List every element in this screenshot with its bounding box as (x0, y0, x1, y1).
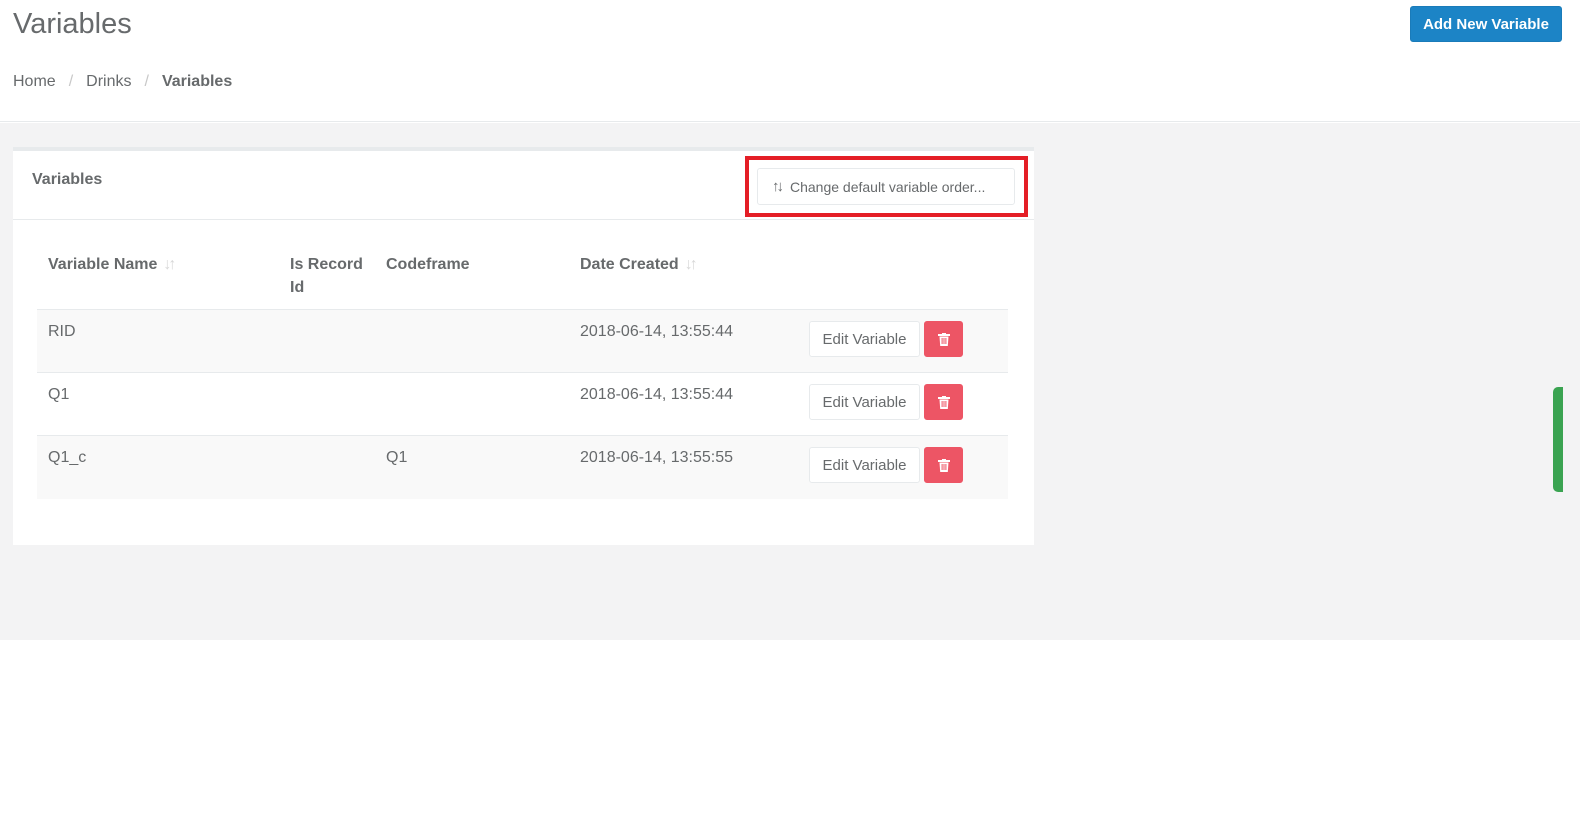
variables-table: Variable Name ↓↑ Is Record Id Codeframe D… (37, 241, 1008, 499)
breadcrumb-drinks[interactable]: Drinks (86, 73, 131, 91)
breadcrumb-separator: / (68, 73, 74, 90)
table-row: Q1 2018-06-14, 13:55:44 Edit Variable (37, 373, 1008, 436)
trash-icon (937, 332, 950, 346)
cell-date-created: 2018-06-14, 13:55:55 (580, 449, 734, 466)
column-header-is-record-id: Is Record Id (290, 256, 363, 296)
delete-variable-button[interactable] (924, 447, 963, 483)
panel-header: Variables ↑↓ Change default variable ord… (13, 151, 1034, 220)
sort-icon[interactable]: ↓↑ (163, 256, 176, 273)
edit-variable-button[interactable]: Edit Variable (809, 447, 920, 483)
side-panel-tab[interactable] (1553, 387, 1563, 492)
delete-variable-button[interactable] (924, 384, 963, 420)
column-header-date-created[interactable]: Date Created ↓↑ (580, 253, 698, 276)
add-new-variable-button[interactable]: Add New Variable (1410, 6, 1562, 42)
breadcrumb: Home / Drinks / Variables (13, 73, 232, 91)
delete-variable-button[interactable] (924, 321, 963, 357)
table-row: RID 2018-06-14, 13:55:44 Edit Variable (37, 310, 1008, 373)
cell-variable-name: Q1_c (48, 449, 87, 466)
page-title: Variables (13, 8, 132, 40)
cell-date-created: 2018-06-14, 13:55:44 (580, 323, 734, 340)
variables-panel: Variables ↑↓ Change default variable ord… (13, 147, 1034, 545)
sort-icon[interactable]: ↓↑ (685, 256, 698, 273)
panel-title: Variables (32, 171, 103, 188)
column-header-codeframe: Codeframe (386, 256, 470, 273)
edit-variable-button[interactable]: Edit Variable (809, 321, 920, 357)
change-variable-order-button[interactable]: ↑↓ Change default variable order... (757, 168, 1015, 205)
trash-icon (937, 395, 950, 409)
breadcrumb-separator: / (144, 73, 149, 90)
sort-icon: ↑↓ (772, 178, 784, 195)
cell-codeframe: Q1 (386, 449, 408, 466)
cell-variable-name: RID (48, 323, 76, 340)
edit-variable-button[interactable]: Edit Variable (809, 384, 920, 420)
cell-variable-name: Q1 (48, 386, 70, 403)
breadcrumb-current: Variables (161, 73, 233, 90)
table-row: Q1_c Q1 2018-06-14, 13:55:55 Edit Variab… (37, 436, 1008, 499)
cell-date-created: 2018-06-14, 13:55:44 (580, 386, 734, 403)
breadcrumb-home[interactable]: Home (13, 73, 56, 91)
order-button-label: Change default variable order... (790, 178, 986, 195)
page-heading: Variables Add New Variable Home / Drinks… (0, 0, 1580, 122)
table-header: Variable Name ↓↑ Is Record Id Codeframe D… (37, 241, 1008, 310)
trash-icon (937, 458, 950, 472)
column-header-variable-name[interactable]: Variable Name ↓↑ (48, 253, 176, 276)
